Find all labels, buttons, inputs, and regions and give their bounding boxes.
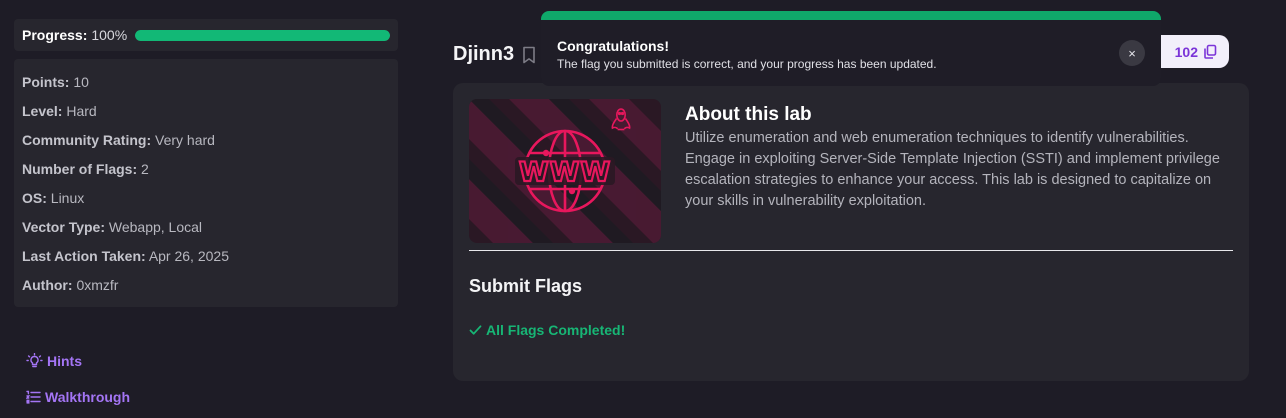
toast-message: The flag you submitted is correct, and y… [557, 57, 937, 71]
detail-value: Webapp, Local [108, 219, 203, 235]
detail-value: 0xmzfr [76, 277, 119, 293]
detail-value: Apr 26, 2025 [148, 248, 229, 264]
detail-key: Last Action Taken: [22, 248, 146, 264]
progress-bar [135, 29, 390, 41]
progress-label: Progress: [22, 27, 88, 43]
close-icon[interactable]: × [1119, 40, 1145, 66]
detail-os: OS: Linux [22, 184, 390, 213]
lightbulb-icon [26, 353, 43, 368]
detail-key: Community Rating: [22, 132, 152, 148]
submit-flags-title: Submit Flags [469, 276, 583, 296]
detail-key: Vector Type: [22, 219, 105, 235]
detail-key: Author: [22, 277, 73, 293]
about-description: Utilize enumeration and web enumeration … [685, 130, 1220, 209]
toast-accent-bar [541, 11, 1161, 20]
detail-author: Author: 0xmzfr [22, 271, 390, 300]
lab-cover-image: WWW [469, 99, 661, 243]
hints-label: Hints [47, 353, 82, 369]
copy-icon [1204, 44, 1217, 59]
detail-community-rating: Community Rating: Very hard [22, 126, 390, 155]
divider [469, 250, 1233, 251]
check-icon [469, 325, 482, 335]
detail-key: OS: [22, 190, 47, 206]
detail-key: Level: [22, 103, 63, 119]
list-icon [26, 390, 41, 404]
detail-value: Very hard [155, 132, 215, 148]
detail-number-of-flags: Number of Flags: 2 [22, 155, 390, 184]
detail-value: 10 [73, 74, 89, 90]
lab-title: Djinn3 [453, 43, 515, 65]
walkthrough-link[interactable]: Walkthrough [26, 389, 130, 405]
toast-title: Congratulations! [557, 38, 669, 54]
success-toast: Congratulations! The flag you submitted … [541, 11, 1161, 86]
walkthrough-label: Walkthrough [45, 389, 131, 405]
target-ip-fragment: 102 [1174, 43, 1198, 60]
detail-value: 2 [141, 161, 149, 177]
about-title: About this lab [685, 104, 812, 125]
detail-points: Points: 10 [22, 68, 390, 97]
hints-link[interactable]: Hints [26, 353, 82, 369]
lab-details-panel: Points: 10 Level: Hard Community Rating:… [14, 59, 398, 307]
progress-value: 100% [91, 27, 128, 43]
flags-completed-label: All Flags Completed! [486, 322, 626, 338]
progress-bar-fill [135, 29, 390, 41]
lab-title-row: Djinn3 [453, 43, 536, 66]
detail-vector-type: Vector Type: Webapp, Local [22, 213, 390, 242]
detail-value: Linux [50, 190, 85, 206]
detail-key: Points: [22, 74, 70, 90]
progress-panel: Progress: 100% [14, 19, 398, 51]
detail-key: Number of Flags: [22, 161, 138, 177]
bookmark-icon[interactable] [522, 46, 536, 64]
lab-image-text: WWW [519, 157, 611, 188]
detail-last-action: Last Action Taken: Apr 26, 2025 [22, 242, 390, 271]
flags-completed-status: All Flags Completed! [469, 322, 625, 338]
detail-value: Hard [66, 103, 97, 119]
lab-card: WWW About this lab Utilize enumeration a… [453, 83, 1249, 381]
detail-level: Level: Hard [22, 97, 390, 126]
